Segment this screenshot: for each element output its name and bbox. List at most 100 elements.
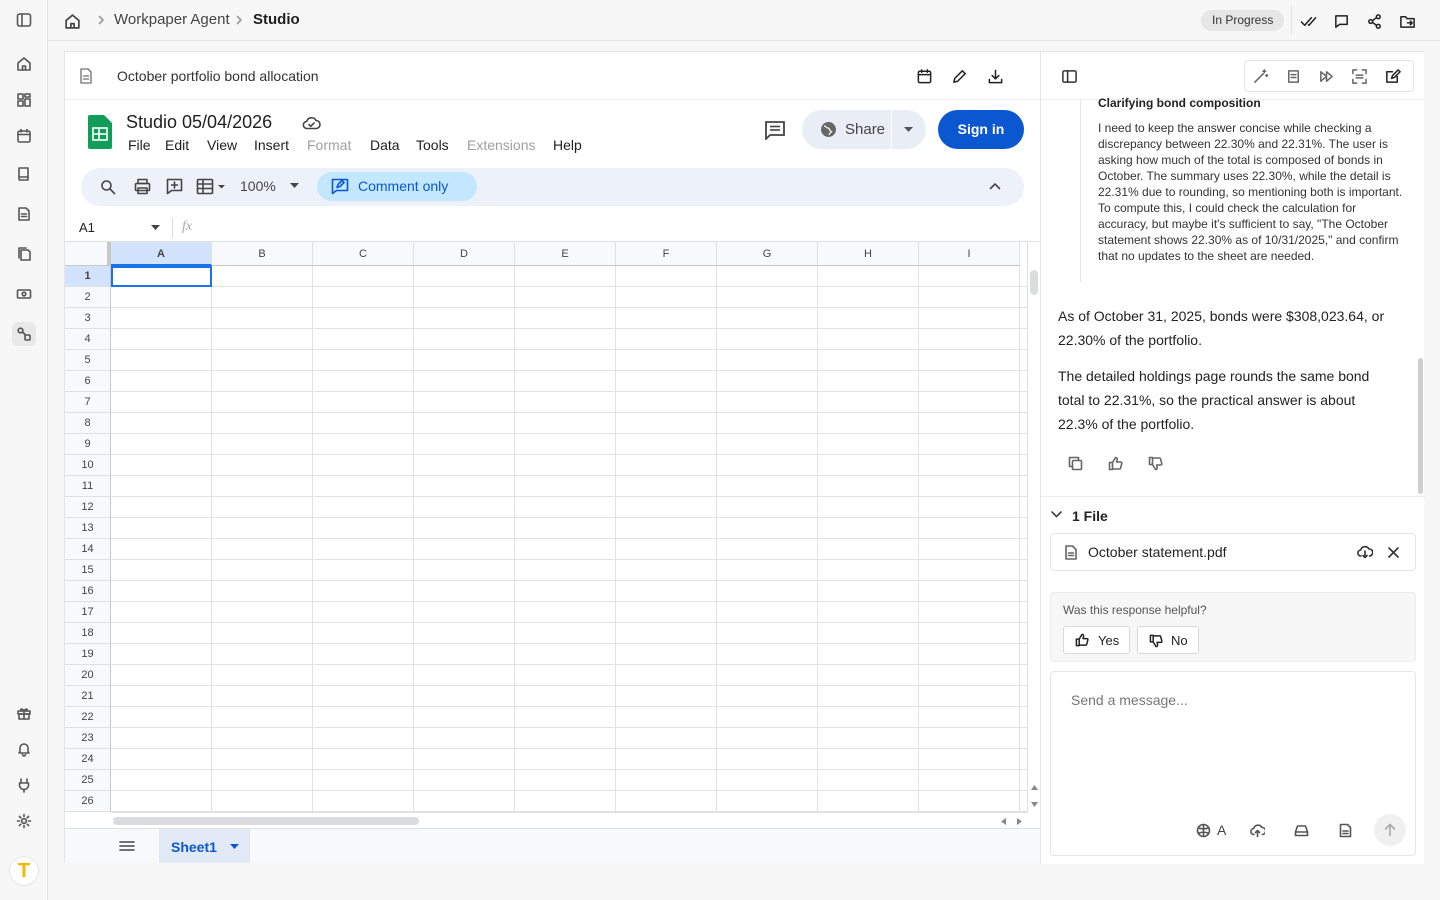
workflow-icon[interactable] bbox=[12, 322, 36, 346]
select-all-corner[interactable] bbox=[65, 242, 111, 266]
dashboard-icon[interactable] bbox=[12, 88, 36, 112]
message-input[interactable] bbox=[1071, 692, 1391, 708]
row-header-5[interactable]: 5 bbox=[65, 350, 111, 371]
upload-cloud-icon[interactable] bbox=[1250, 819, 1265, 841]
chevron-down-icon[interactable] bbox=[1051, 511, 1062, 518]
column-header-g[interactable]: G bbox=[717, 242, 818, 266]
all-sheets-menu-icon[interactable] bbox=[119, 840, 135, 852]
row-header-20[interactable]: 20 bbox=[65, 665, 111, 686]
table-format-icon[interactable] bbox=[196, 178, 226, 195]
share-button[interactable]: Share bbox=[802, 110, 926, 149]
column-header-h[interactable]: H bbox=[818, 242, 919, 266]
row-header-10[interactable]: 10 bbox=[65, 455, 111, 476]
plug-icon[interactable] bbox=[12, 773, 36, 797]
row-header-19[interactable]: 19 bbox=[65, 644, 111, 665]
cloud-download-icon[interactable] bbox=[1357, 545, 1373, 559]
comments-icon[interactable] bbox=[764, 120, 786, 140]
column-header-i[interactable]: I bbox=[919, 242, 1020, 266]
cell-reference[interactable]: A1 bbox=[79, 220, 95, 235]
print-icon[interactable] bbox=[134, 178, 151, 195]
row-header-13[interactable]: 13 bbox=[65, 518, 111, 539]
row-header-26[interactable]: 26 bbox=[65, 791, 111, 812]
menu-view[interactable]: View bbox=[207, 137, 237, 153]
row-header-24[interactable]: 24 bbox=[65, 749, 111, 770]
row-header-3[interactable]: 3 bbox=[65, 308, 111, 329]
attached-file-row[interactable]: October statement.pdf bbox=[1050, 533, 1416, 571]
menu-help[interactable]: Help bbox=[553, 137, 582, 153]
row-header-15[interactable]: 15 bbox=[65, 560, 111, 581]
calendar-icon[interactable] bbox=[12, 124, 36, 148]
thumbs-up-icon[interactable] bbox=[1104, 452, 1126, 474]
feedback-yes-button[interactable]: Yes bbox=[1063, 626, 1130, 654]
sidebar-toggle-icon[interactable] bbox=[12, 8, 36, 32]
scan-text-icon[interactable] bbox=[1344, 61, 1374, 91]
menu-data[interactable]: Data bbox=[370, 137, 400, 153]
comment-only-mode-button[interactable]: Comment only bbox=[317, 172, 477, 201]
column-header-d[interactable]: D bbox=[414, 242, 515, 266]
calendar-sync-icon[interactable] bbox=[909, 61, 939, 91]
row-header-2[interactable]: 2 bbox=[65, 287, 111, 308]
add-comment-icon[interactable] bbox=[166, 178, 183, 195]
row-header-4[interactable]: 4 bbox=[65, 329, 111, 350]
folder-transfer-icon[interactable] bbox=[1392, 6, 1422, 36]
send-button[interactable] bbox=[1374, 814, 1406, 846]
zoom-dropdown-icon[interactable] bbox=[290, 183, 299, 188]
column-header-f[interactable]: F bbox=[616, 242, 717, 266]
row-header-21[interactable]: 21 bbox=[65, 686, 111, 707]
model-selector[interactable]: A bbox=[1196, 819, 1226, 841]
close-icon[interactable] bbox=[1388, 547, 1399, 558]
chat-scrollbar[interactable] bbox=[1418, 358, 1423, 494]
column-header-b[interactable]: B bbox=[212, 242, 313, 266]
comment-icon[interactable] bbox=[1326, 6, 1356, 36]
thumbs-down-icon[interactable] bbox=[1144, 452, 1166, 474]
fast-forward-icon[interactable] bbox=[1311, 61, 1341, 91]
download-icon[interactable] bbox=[980, 61, 1010, 91]
feedback-no-button[interactable]: No bbox=[1137, 626, 1199, 654]
search-icon[interactable] bbox=[100, 179, 116, 195]
app-logo[interactable]: T bbox=[9, 856, 39, 886]
row-header-14[interactable]: 14 bbox=[65, 539, 111, 560]
home-icon[interactable] bbox=[12, 52, 36, 76]
zoom-level[interactable]: 100% bbox=[240, 178, 276, 194]
row-header-17[interactable]: 17 bbox=[65, 602, 111, 623]
row-header-18[interactable]: 18 bbox=[65, 623, 111, 644]
menu-file[interactable]: File bbox=[128, 137, 151, 153]
grid-cells[interactable] bbox=[111, 266, 1027, 812]
magic-wand-icon[interactable] bbox=[1245, 61, 1275, 91]
row-header-25[interactable]: 25 bbox=[65, 770, 111, 791]
document-icon[interactable] bbox=[12, 202, 36, 226]
sheet-tab-dropdown-icon[interactable] bbox=[230, 844, 239, 849]
row-header-22[interactable]: 22 bbox=[65, 707, 111, 728]
share-dropdown-icon[interactable] bbox=[904, 127, 913, 132]
home-breadcrumb-icon[interactable] bbox=[57, 6, 87, 36]
collapse-toolbar-icon[interactable] bbox=[989, 182, 1001, 190]
breadcrumb-agent[interactable]: Workpaper Agent bbox=[114, 11, 230, 28]
file-name[interactable]: October statement.pdf bbox=[1088, 544, 1227, 560]
menu-edit[interactable]: Edit bbox=[165, 137, 189, 153]
cell-reference-dropdown-icon[interactable] bbox=[151, 225, 160, 230]
row-header-12[interactable]: 12 bbox=[65, 497, 111, 518]
row-header-8[interactable]: 8 bbox=[65, 413, 111, 434]
sheet-tab-sheet1[interactable]: Sheet1 bbox=[159, 829, 250, 863]
row-header-11[interactable]: 11 bbox=[65, 476, 111, 497]
gift-icon[interactable] bbox=[12, 701, 36, 725]
settings-gear-icon[interactable] bbox=[12, 809, 36, 833]
files-icon[interactable] bbox=[12, 242, 36, 266]
document-stack-icon[interactable] bbox=[1278, 61, 1308, 91]
row-header-16[interactable]: 16 bbox=[65, 581, 111, 602]
copy-icon[interactable] bbox=[1064, 452, 1086, 474]
column-header-e[interactable]: E bbox=[515, 242, 616, 266]
double-check-icon[interactable] bbox=[1293, 6, 1323, 36]
column-header-a[interactable]: A bbox=[111, 242, 212, 266]
bell-icon[interactable] bbox=[12, 737, 36, 761]
horizontal-scrollbar[interactable] bbox=[111, 812, 1027, 828]
row-header-9[interactable]: 9 bbox=[65, 434, 111, 455]
share-icon[interactable] bbox=[1359, 6, 1389, 36]
edit-pencil-icon[interactable] bbox=[944, 61, 974, 91]
row-header-7[interactable]: 7 bbox=[65, 392, 111, 413]
files-section-header[interactable]: 1 File bbox=[1041, 496, 1425, 536]
panel-toggle-icon[interactable] bbox=[1054, 61, 1084, 91]
selected-cell-a1[interactable] bbox=[111, 266, 212, 287]
row-header-23[interactable]: 23 bbox=[65, 728, 111, 749]
sheet-title[interactable]: Studio 05/04/2026 bbox=[126, 112, 272, 133]
